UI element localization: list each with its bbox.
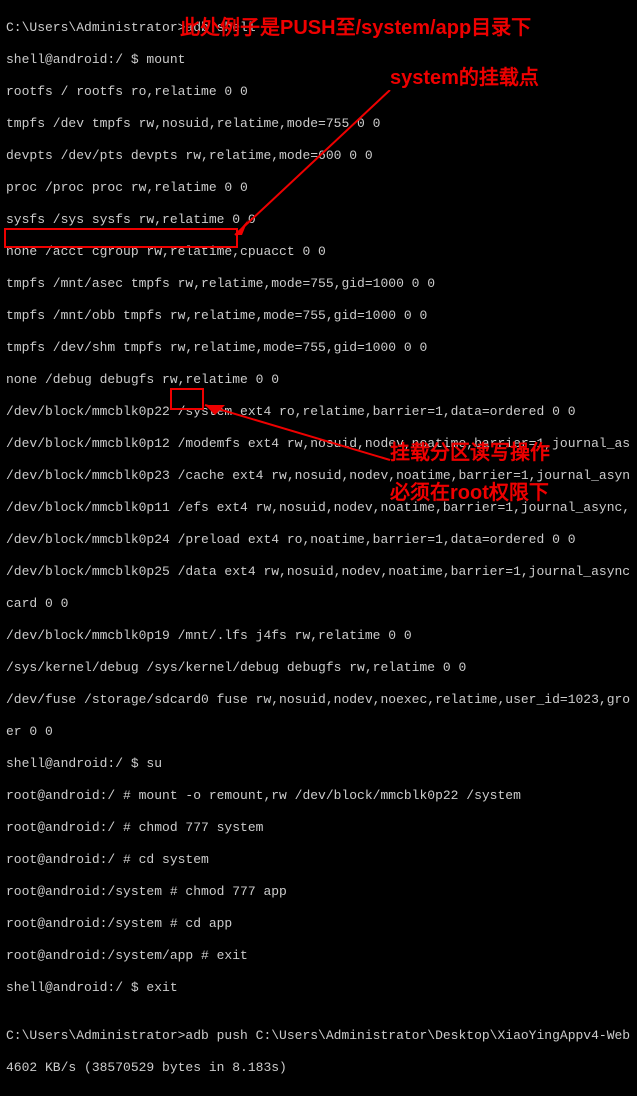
terminal-line: root@android:/ # chmod 777 system (6, 820, 631, 836)
terminal-line: sysfs /sys sysfs rw,relatime 0 0 (6, 212, 631, 228)
terminal-line: proc /proc proc rw,relatime 0 0 (6, 180, 631, 196)
terminal-line: none /acct cgroup rw,relatime,cpuacct 0 … (6, 244, 631, 260)
terminal-line: tmpfs /mnt/obb tmpfs rw,relatime,mode=75… (6, 308, 631, 324)
terminal-line: /dev/block/mmcblk0p24 /preload ext4 ro,n… (6, 532, 631, 548)
terminal-line: shell@android:/ $ mount (6, 52, 631, 68)
terminal-line: tmpfs /dev/shm tmpfs rw,relatime,mode=75… (6, 340, 631, 356)
terminal-line: 4602 KB/s (38570529 bytes in 8.183s) (6, 1060, 631, 1076)
terminal-line: /dev/fuse /storage/sdcard0 fuse rw,nosui… (6, 692, 631, 708)
terminal-line: /dev/block/mmcblk0p23 /cache ext4 rw,nos… (6, 468, 631, 484)
terminal-line: devpts /dev/pts devpts rw,relatime,mode=… (6, 148, 631, 164)
terminal-line: root@android:/ # cd system (6, 852, 631, 868)
terminal-line: root@android:/system/app # exit (6, 948, 631, 964)
terminal-line: C:\Users\Administrator>adb shell (6, 20, 631, 36)
terminal-line: card 0 0 (6, 596, 631, 612)
terminal-line: root@android:/ # mount -o remount,rw /de… (6, 788, 631, 804)
terminal-line: /dev/block/mmcblk0p22 /system ext4 ro,re… (6, 404, 631, 420)
terminal-line: tmpfs /dev tmpfs rw,nosuid,relatime,mode… (6, 116, 631, 132)
terminal-line: er 0 0 (6, 724, 631, 740)
terminal-line: C:\Users\Administrator>adb push C:\Users… (6, 1028, 631, 1044)
terminal-line: rootfs / rootfs ro,relatime 0 0 (6, 84, 631, 100)
terminal-line: shell@android:/ $ exit (6, 980, 631, 996)
terminal-line: /dev/block/mmcblk0p25 /data ext4 rw,nosu… (6, 564, 631, 580)
terminal-line: /sys/kernel/debug /sys/kernel/debug debu… (6, 660, 631, 676)
terminal-line: none /debug debugfs rw,relatime 0 0 (6, 372, 631, 388)
terminal-line: /dev/block/mmcblk0p19 /mnt/.lfs j4fs rw,… (6, 628, 631, 644)
terminal-line: /dev/block/mmcblk0p12 /modemfs ext4 rw,n… (6, 436, 631, 452)
terminal-output[interactable]: C:\Users\Administrator>adb shell shell@a… (0, 0, 637, 1096)
terminal-line: tmpfs /mnt/asec tmpfs rw,relatime,mode=7… (6, 276, 631, 292)
terminal-line: /dev/block/mmcblk0p11 /efs ext4 rw,nosui… (6, 500, 631, 516)
terminal-line: root@android:/system # chmod 777 app (6, 884, 631, 900)
terminal-line: root@android:/system # cd app (6, 916, 631, 932)
terminal-line: shell@android:/ $ su (6, 756, 631, 772)
